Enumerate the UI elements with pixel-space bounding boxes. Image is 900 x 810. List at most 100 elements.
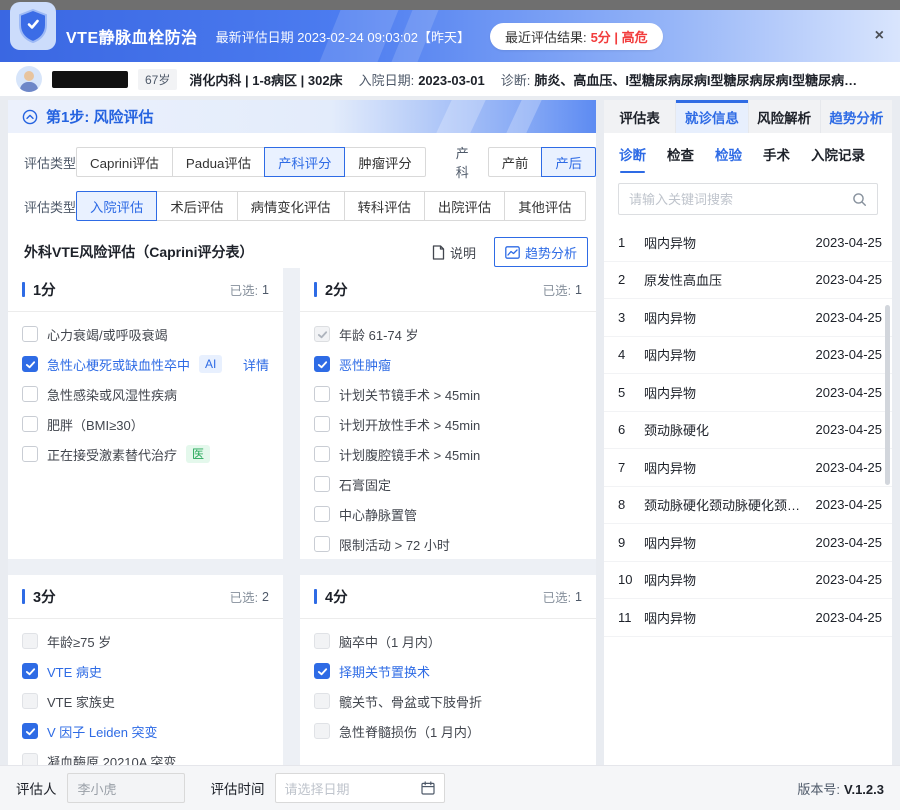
diagnosis-row[interactable]: 5咽内异物2023-04-25 bbox=[604, 374, 892, 412]
checkbox[interactable] bbox=[22, 356, 38, 372]
diagnosis-row[interactable]: 1咽内异物2023-04-25 bbox=[604, 224, 892, 262]
checkbox[interactable] bbox=[22, 633, 38, 649]
checkbox[interactable] bbox=[314, 356, 330, 372]
help-button[interactable]: 说明 bbox=[432, 243, 476, 262]
diagnosis-row[interactable]: 9咽内异物2023-04-25 bbox=[604, 524, 892, 562]
subtab-4[interactable]: 入院记录 bbox=[811, 144, 865, 164]
assess-timing-label: 评估类型 bbox=[24, 197, 76, 216]
selected-label: 已选: bbox=[543, 587, 571, 606]
score-card-4分: 4分已选:1脑卒中（1 月内）择期关节置换术髋关节、骨盆或下肢骨折急性脊髓损伤（… bbox=[300, 575, 596, 765]
filter-type-0[interactable]: Caprini评估 bbox=[76, 147, 173, 177]
tab-0[interactable]: 评估表 bbox=[604, 100, 676, 133]
filter-obstetric-1[interactable]: 产后 bbox=[541, 147, 596, 177]
filter-timing-0[interactable]: 入院评估 bbox=[76, 191, 157, 221]
checkbox[interactable] bbox=[314, 506, 330, 522]
shield-check-icon bbox=[18, 9, 48, 43]
checkbox[interactable] bbox=[22, 446, 38, 462]
close-icon[interactable]: × bbox=[875, 28, 884, 44]
subtab-2[interactable]: 检验 bbox=[715, 144, 742, 164]
score-card-items: 年龄 61-74 岁恶性肿瘤计划关节镜手术 > 45min计划开放性手术 > 4… bbox=[300, 312, 596, 559]
checkbox-item: 计划腹腔镜手术 > 45min bbox=[314, 439, 582, 469]
diagnosis-index: 3 bbox=[618, 310, 644, 325]
checkbox[interactable] bbox=[22, 326, 38, 342]
filter-timing-3[interactable]: 转科评估 bbox=[344, 191, 425, 221]
subtab-3[interactable]: 手术 bbox=[763, 144, 790, 164]
app-title: VTE静脉血栓防治 bbox=[66, 24, 198, 48]
assess-date-picker[interactable]: 请选择日期 bbox=[275, 773, 445, 803]
checkbox[interactable] bbox=[22, 386, 38, 402]
checkbox[interactable] bbox=[314, 446, 330, 462]
filter-timing-1[interactable]: 术后评估 bbox=[156, 191, 237, 221]
checkbox-item: 中心静脉置管 bbox=[314, 499, 582, 529]
filter-obstetric-0[interactable]: 产前 bbox=[488, 147, 543, 177]
subtab-1[interactable]: 检查 bbox=[667, 144, 694, 164]
avatar-body bbox=[20, 82, 38, 92]
diagnosis-row[interactable]: 8颈动脉硬化颈动脉硬化颈动脉硬化2023-04-25 bbox=[604, 487, 892, 525]
checkbox[interactable] bbox=[314, 633, 330, 649]
filter-type-1[interactable]: Padua评估 bbox=[172, 147, 265, 177]
diagnosis-row[interactable]: 10咽内异物2023-04-25 bbox=[604, 562, 892, 600]
assessor-input[interactable] bbox=[67, 773, 185, 803]
checkbox[interactable] bbox=[314, 723, 330, 739]
checkbox-label: 恶性肿瘤 bbox=[339, 355, 391, 374]
checkbox[interactable] bbox=[22, 663, 38, 679]
filter-timing-2[interactable]: 病情变化评估 bbox=[237, 191, 345, 221]
checkbox-item: 肥胖（BMI≥30） bbox=[22, 409, 269, 439]
checkbox[interactable] bbox=[22, 723, 38, 739]
score-card-items: 年龄≥75 岁VTE 病史VTE 家族史V 因子 Leiden 突变凝血酶原 2… bbox=[8, 619, 283, 765]
tab-2[interactable]: 风险解析 bbox=[749, 100, 821, 133]
step1-header[interactable]: 第1步: 风险评估 bbox=[8, 100, 596, 133]
filter-type-2[interactable]: 产科评分 bbox=[264, 147, 345, 177]
checkbox[interactable] bbox=[314, 476, 330, 492]
diagnosis-row[interactable]: 2原发性高血压2023-04-25 bbox=[604, 262, 892, 300]
checkbox-label: 凝血酶原 20210A 突变 bbox=[47, 752, 176, 766]
window-top-strip bbox=[0, 0, 900, 10]
score-card-header: 1分已选:1 bbox=[8, 268, 283, 312]
app-header: VTE静脉血栓防治 最新评估日期 2023-02-24 09:03:02【昨天】… bbox=[0, 10, 900, 62]
checkbox[interactable] bbox=[314, 386, 330, 402]
doctor-badge: 医 bbox=[186, 445, 210, 463]
diagnosis-index: 6 bbox=[618, 422, 644, 437]
tab-3[interactable]: 趋势分析 bbox=[821, 100, 892, 133]
search-input[interactable] bbox=[629, 192, 852, 207]
checkbox-label: 限制活动 > 72 小时 bbox=[339, 535, 450, 554]
detail-link[interactable]: 详情 bbox=[243, 355, 269, 374]
accent-bar bbox=[22, 282, 25, 297]
diagnosis-row[interactable]: 6颈动脉硬化2023-04-25 bbox=[604, 412, 892, 450]
score-card-header: 4分已选:1 bbox=[300, 575, 596, 619]
diagnosis-row[interactable]: 3咽内异物2023-04-25 bbox=[604, 299, 892, 337]
tab-1[interactable]: 就诊信息 bbox=[676, 100, 748, 133]
checkbox-item: 石膏固定 bbox=[314, 469, 582, 499]
checkbox[interactable] bbox=[22, 693, 38, 709]
checkbox-item: 恶性肿瘤 bbox=[314, 349, 582, 379]
diagnosis-row[interactable]: 7咽内异物2023-04-25 bbox=[604, 449, 892, 487]
checkbox[interactable] bbox=[314, 693, 330, 709]
diagnosis-row[interactable]: 4咽内异物2023-04-25 bbox=[604, 337, 892, 375]
checkbox-label: 急性感染或风湿性疾病 bbox=[47, 385, 177, 404]
checkbox[interactable] bbox=[314, 326, 330, 342]
checkbox[interactable] bbox=[22, 753, 38, 765]
checkbox[interactable] bbox=[314, 416, 330, 432]
checkbox[interactable] bbox=[22, 416, 38, 432]
checkbox[interactable] bbox=[314, 536, 330, 552]
search-icon[interactable] bbox=[852, 192, 867, 207]
diagnosis-row[interactable]: 11咽内异物2023-04-25 bbox=[604, 599, 892, 637]
info-tabs: 评估表就诊信息风险解析趋势分析 bbox=[604, 100, 892, 133]
subtab-0[interactable]: 诊断 bbox=[619, 144, 646, 164]
selected-label: 已选: bbox=[230, 587, 258, 606]
trend-analysis-button[interactable]: 趋势分析 bbox=[494, 237, 588, 267]
list-scrollbar-thumb[interactable] bbox=[885, 305, 890, 485]
search-box bbox=[618, 183, 878, 215]
score-card-2分: 2分已选:1年龄 61-74 岁恶性肿瘤计划关节镜手术 > 45min计划开放性… bbox=[300, 268, 596, 559]
diagnosis-date: 2023-04-25 bbox=[816, 422, 883, 437]
filter-timing-5[interactable]: 其他评估 bbox=[504, 191, 585, 221]
collapse-icon[interactable] bbox=[22, 109, 38, 125]
filter-type-3[interactable]: 肿瘤评分 bbox=[344, 147, 425, 177]
filter-timing-4[interactable]: 出院评估 bbox=[424, 191, 505, 221]
diagnosis-name: 咽内异物 bbox=[644, 458, 816, 477]
assess-type-row: 评估类型 Caprini评估Padua评估产科评分肿瘤评分 产科 产前产后 bbox=[8, 147, 596, 177]
assess-type-label: 评估类型 bbox=[24, 153, 76, 172]
score-cards-area: 1分已选:1心力衰竭/或呼吸衰竭急性心梗死或缺血性卒中AI详情急性感染或风湿性疾… bbox=[8, 268, 596, 765]
accent-bar bbox=[314, 589, 317, 604]
checkbox[interactable] bbox=[314, 663, 330, 679]
